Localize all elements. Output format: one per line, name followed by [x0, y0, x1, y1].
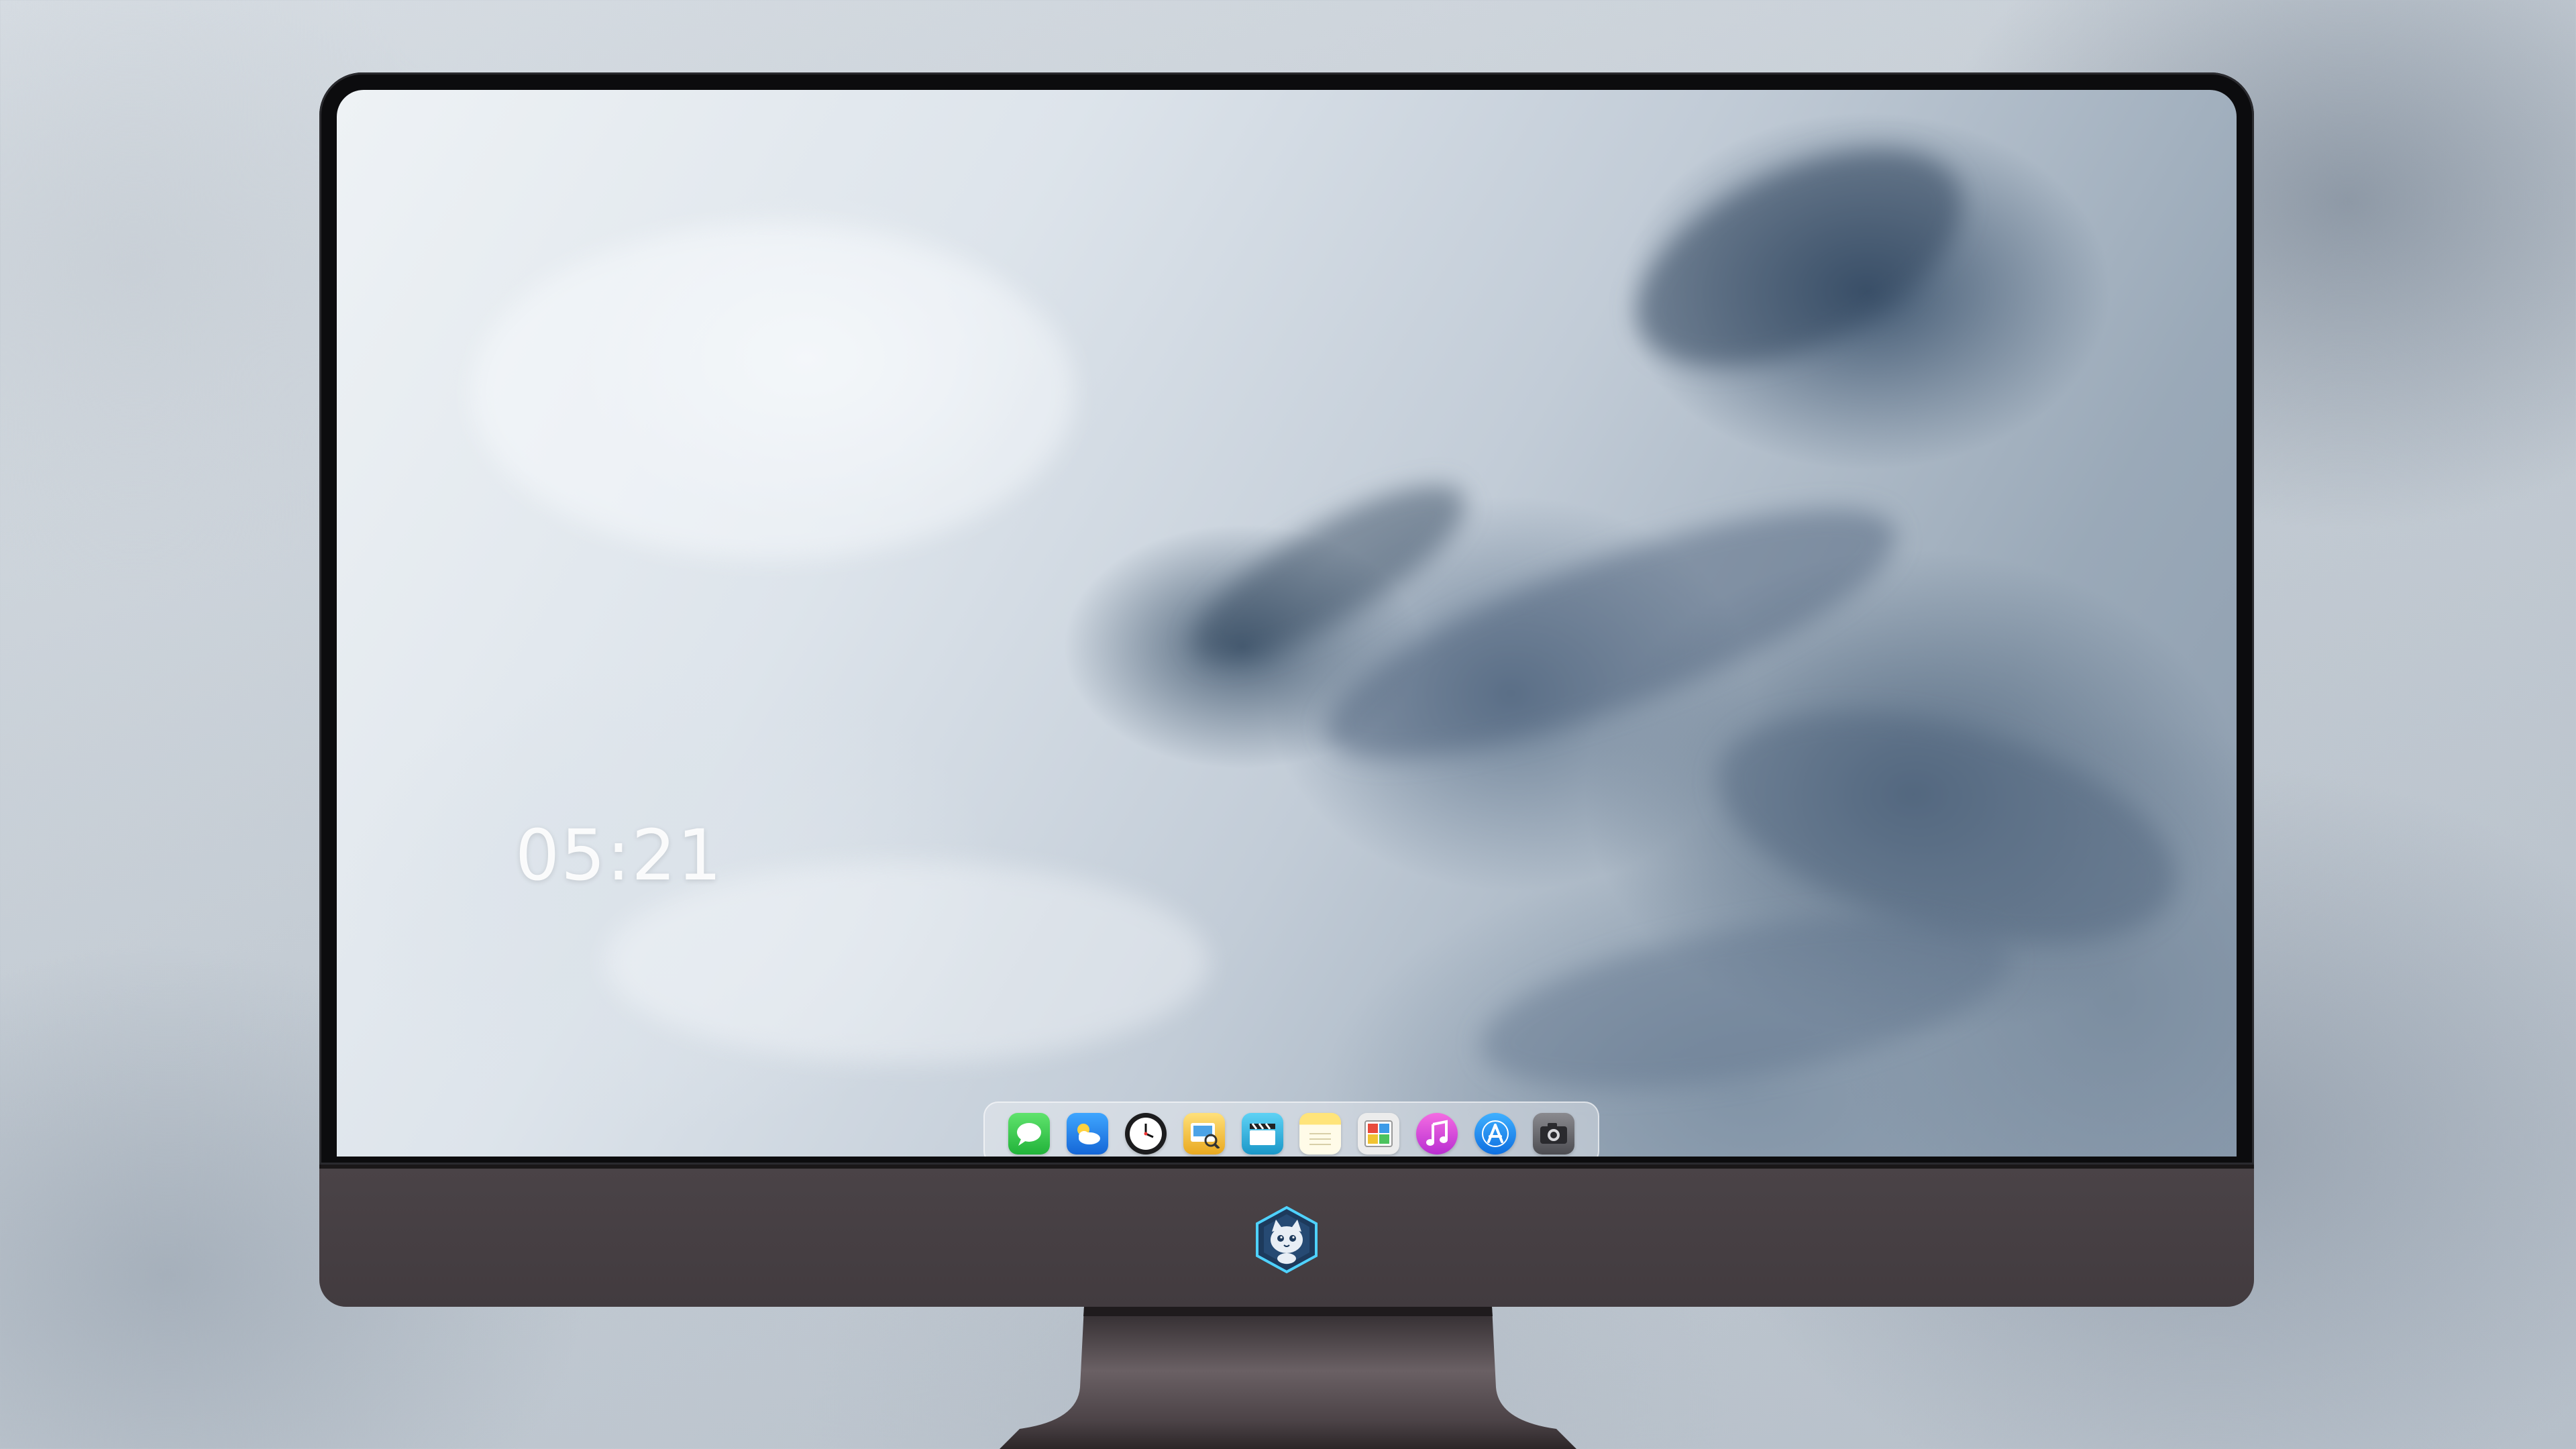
- wallpaper-swirl: [1604, 105, 1994, 411]
- dock-item-app-store[interactable]: [1474, 1113, 1517, 1155]
- desktop-clock: 05:21: [515, 814, 723, 896]
- dock-item-camera[interactable]: [1533, 1113, 1575, 1155]
- preview-icon: [1188, 1119, 1220, 1148]
- monitor-bezel: 05:21: [319, 72, 2254, 1165]
- app-store-icon: [1481, 1119, 1510, 1148]
- clock-icon: [1128, 1116, 1164, 1152]
- dock-item-photos[interactable]: [1358, 1113, 1400, 1155]
- camera-icon: [1538, 1121, 1569, 1146]
- weather-icon: [1072, 1120, 1103, 1147]
- monitor-stand: [751, 1307, 1825, 1449]
- wallpaper-swirl: [471, 224, 1075, 559]
- monitor: 05:21: [319, 72, 2254, 1307]
- dock-item-clock[interactable]: [1124, 1113, 1167, 1155]
- dock: [983, 1102, 1599, 1157]
- notes-icon: [1305, 1119, 1335, 1148]
- desktop-screen[interactable]: 05:21: [337, 90, 2237, 1157]
- dock-item-messages[interactable]: [1008, 1113, 1050, 1155]
- dock-item-video[interactable]: [1241, 1113, 1283, 1155]
- dock-item-notes[interactable]: [1299, 1113, 1342, 1155]
- dock-item-preview[interactable]: [1183, 1113, 1225, 1155]
- video-clapper-icon: [1247, 1120, 1278, 1148]
- dock-item-weather[interactable]: [1066, 1113, 1108, 1155]
- messages-icon: [1014, 1120, 1044, 1147]
- dock-item-music[interactable]: [1416, 1113, 1458, 1155]
- photo-gallery-icon: [1362, 1118, 1395, 1149]
- music-icon: [1424, 1119, 1450, 1148]
- cat-mascot-logo-icon: [1252, 1205, 1322, 1275]
